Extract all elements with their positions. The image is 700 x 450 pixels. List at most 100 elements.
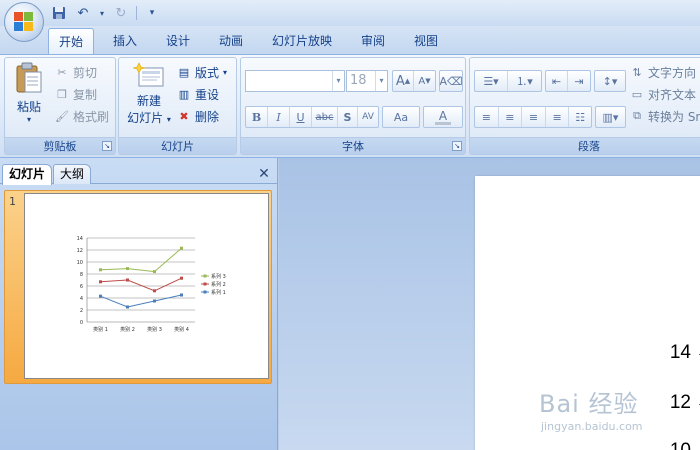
font-name-combo[interactable]: ▾ xyxy=(245,70,345,92)
slide-edit-area: 14 12 10 Bai 经验 jingyan.baidu.com xyxy=(279,158,700,450)
font-name-dropdown-icon[interactable]: ▾ xyxy=(332,71,344,91)
align-text-button[interactable]: ▭ 对齐文本 xyxy=(630,84,696,104)
close-icon[interactable]: ✕ xyxy=(256,166,272,182)
format-painter-button[interactable]: 🖌 格式刷 xyxy=(55,106,109,126)
layout-button[interactable]: ▤ 版式 ▾ xyxy=(177,62,227,82)
clear-formatting-button[interactable]: A⌫ xyxy=(439,70,463,92)
delete-icon: ✖ xyxy=(179,109,189,123)
align-left-button[interactable]: ≡ xyxy=(475,107,499,127)
bold-button[interactable]: B xyxy=(246,107,268,127)
delete-slide-button[interactable]: ✖ 删除 xyxy=(177,106,219,126)
slide-thumbnail[interactable]: 0 2 4 6 8 10 12 14 类别 1 类别 2 类别 3 类别 4 系列 3 系列 2 系列 1 xyxy=(24,193,269,379)
tab-design[interactable]: 设计 xyxy=(156,28,200,54)
tab-view[interactable]: 视图 xyxy=(404,28,448,54)
format-painter-label: 格式刷 xyxy=(73,109,110,124)
strikethrough-button[interactable]: abc xyxy=(312,107,338,127)
watermark-logo: Bai 经验 xyxy=(539,390,639,418)
shadow-button[interactable]: S xyxy=(338,107,358,127)
clipboard-group-title: 剪贴板 xyxy=(5,137,115,154)
grow-font-button[interactable]: A ▲ xyxy=(393,71,415,91)
alignment-strip: ≡ ≡ ≡ ≡ ☷ xyxy=(474,106,592,128)
undo-dropdown-icon[interactable]: ▾ xyxy=(98,4,106,22)
paste-button[interactable]: 粘贴 ▾ xyxy=(9,62,49,124)
new-slide-label-2: 幻灯片 xyxy=(127,111,164,125)
align-right-button[interactable]: ≡ xyxy=(522,107,546,127)
chart-point xyxy=(126,267,129,271)
slide-thumbnail-item[interactable]: 1 0 2 4 6 8 10 12 14 类别 1 类别 2 类别 3 类别 4 系列 3 系列 2 系列 … xyxy=(4,190,272,384)
copy-icon: ❐ xyxy=(57,87,67,101)
numbering-button[interactable]: ⒈▾ xyxy=(508,71,541,91)
tab-insert[interactable]: 插入 xyxy=(103,28,147,54)
new-slide-button[interactable]: 新建 幻灯片 ▾ xyxy=(123,62,175,126)
bullets-button[interactable]: ☰▾ xyxy=(475,71,509,91)
slides-group: 新建 幻灯片 ▾ ▤ 版式 ▾ ▥ 重设 ✖ 删除 幻灯片 xyxy=(118,57,237,155)
chart-y-tick-label: 8 xyxy=(80,272,83,278)
font-size-dropdown-icon[interactable]: ▾ xyxy=(375,71,387,91)
font-grow-shrink: A ▲ A ▼ xyxy=(392,70,436,92)
copy-button[interactable]: ❐ 复制 xyxy=(55,84,97,104)
tab-outline[interactable]: 大纲 xyxy=(53,164,92,184)
decrease-indent-button[interactable]: ⇤ xyxy=(546,71,569,91)
paragraph-group: ☰▾ ⒈▾ ⇤ ⇥ ↕▾ ≡ ≡ ≡ ≡ ☷ ▥▾ ⇅ 文字方向 ▭ 对齐文本 xyxy=(469,57,700,155)
line-spacing-icon: ↕▾ xyxy=(602,74,618,88)
customize-qat-icon[interactable]: ▾ xyxy=(143,4,161,22)
text-direction-button[interactable]: ⇅ 文字方向 xyxy=(630,62,696,82)
align-center-button[interactable]: ≡ xyxy=(499,107,523,127)
columns-icon: ▥▾ xyxy=(602,110,619,124)
chart-point xyxy=(180,276,183,280)
quick-access-toolbar: ↶ ▾ ↻ ▾ xyxy=(50,3,161,23)
font-size-combo[interactable]: 18 ▾ xyxy=(346,70,388,92)
paste-dropdown-icon[interactable]: ▾ xyxy=(27,115,31,124)
chart-point xyxy=(180,246,183,250)
tab-slide-show[interactable]: 幻灯片放映 xyxy=(262,28,342,54)
slides-group-title: 幻灯片 xyxy=(119,137,236,154)
char-spacing-button[interactable]: AV xyxy=(358,107,378,127)
tab-animations[interactable]: 动画 xyxy=(209,28,253,54)
line-spacing-button[interactable]: ↕▾ xyxy=(594,70,626,92)
reset-icon: ▥ xyxy=(178,87,190,101)
clear-formatting-icon: A⌫ xyxy=(439,74,463,88)
chart-point xyxy=(99,268,102,272)
new-slide-icon xyxy=(133,62,164,87)
change-case-button[interactable]: Aa xyxy=(382,106,420,128)
columns-button[interactable]: ▥▾ xyxy=(595,106,626,128)
tab-home[interactable]: 开始 xyxy=(48,28,95,54)
distributed-button[interactable]: ☷ xyxy=(569,107,591,127)
font-size-value: 18 xyxy=(350,73,367,88)
new-slide-label-1: 新建 xyxy=(136,94,161,108)
chart-legend-marker xyxy=(203,290,207,294)
delete-label: 删除 xyxy=(195,109,220,124)
layout-icon: ▤ xyxy=(178,65,190,79)
italic-button[interactable]: I xyxy=(268,107,290,127)
increase-indent-button[interactable]: ⇥ xyxy=(568,71,590,91)
font-launcher-icon[interactable]: ↘ xyxy=(452,141,462,151)
shrink-font-button[interactable]: A ▼ xyxy=(414,71,435,91)
clipboard-launcher-icon[interactable]: ↘ xyxy=(102,141,112,151)
undo-icon[interactable]: ↶ xyxy=(74,4,92,22)
chart-series-line xyxy=(100,277,182,292)
chart-series-line xyxy=(100,294,182,308)
smartart-icon: ⧉ xyxy=(633,109,641,122)
new-slide-dropdown-icon[interactable]: ▾ xyxy=(167,115,171,124)
convert-smartart-button[interactable]: ⧉ 转换为 Sm xyxy=(630,106,700,126)
layout-label: 版式 xyxy=(195,65,220,80)
justify-button[interactable]: ≡ xyxy=(546,107,570,127)
chart-y-tick-label: 2 xyxy=(80,308,83,314)
tab-review[interactable]: 审阅 xyxy=(351,28,395,54)
underline-button[interactable]: U xyxy=(290,107,312,127)
ribbon-tabs: 开始 插入 设计 动画 幻灯片放映 审阅 视图 xyxy=(0,26,700,54)
paste-label: 粘贴 xyxy=(16,100,41,114)
save-icon[interactable] xyxy=(50,4,68,22)
chart-x-tick-label: 类别 2 xyxy=(120,326,135,333)
chart-series-line xyxy=(100,247,182,273)
panel-tabs: 幻灯片 大纲 ✕ xyxy=(0,162,278,185)
cut-button[interactable]: ✂ 剪切 xyxy=(55,62,97,82)
chart-legend-label: 系列 2 xyxy=(211,281,226,288)
font-color-button[interactable]: A xyxy=(423,106,463,128)
tab-slides[interactable]: 幻灯片 xyxy=(2,164,53,185)
indent-strip: ⇤ ⇥ xyxy=(545,70,591,92)
reset-button[interactable]: ▥ 重设 xyxy=(177,84,219,104)
office-button[interactable] xyxy=(4,2,44,42)
chart-y-tick-label: 14 xyxy=(77,236,83,242)
redo-icon[interactable]: ↻ xyxy=(112,4,130,22)
